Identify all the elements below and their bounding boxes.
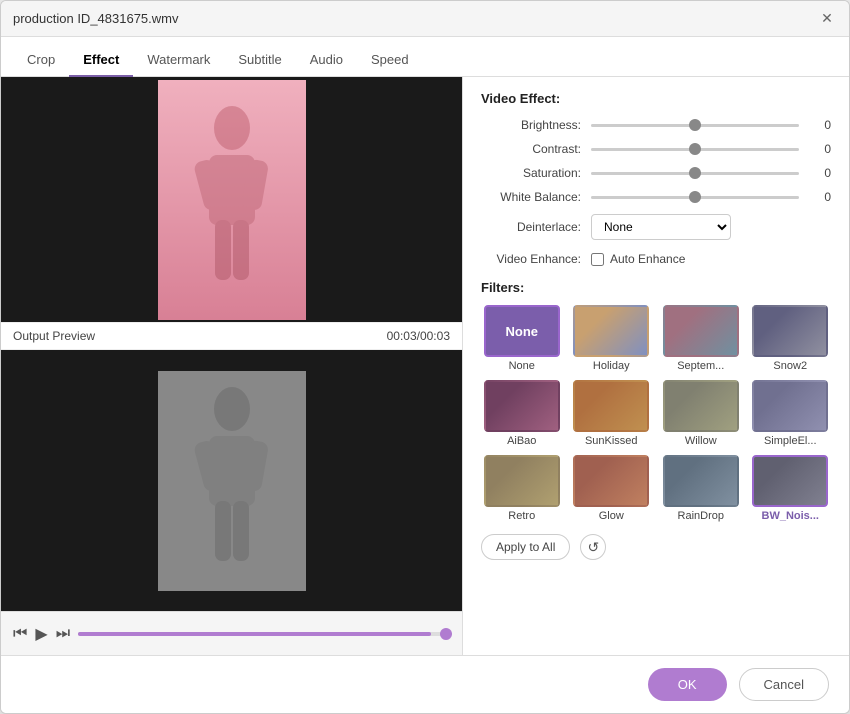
brightness-label: Brightness:: [481, 118, 591, 132]
filter-holiday[interactable]: Holiday: [571, 305, 653, 372]
auto-enhance-checkbox[interactable]: [591, 253, 604, 266]
filters-grid: None None Holiday Septem... Snow2: [481, 305, 831, 522]
tab-subtitle[interactable]: Subtitle: [224, 44, 295, 77]
saturation-label: Saturation:: [481, 166, 591, 180]
close-button[interactable]: ✕: [817, 9, 837, 29]
filter-aibao[interactable]: AiBao: [481, 380, 563, 447]
filter-thumb-willow: [663, 380, 739, 432]
saturation-slider[interactable]: [591, 172, 799, 175]
deinterlace-select[interactable]: None Blend Bob: [591, 214, 731, 240]
output-label-bar: Output Preview 00:03/00:03: [1, 322, 462, 350]
output-preview-frame: [158, 371, 306, 591]
filter-retro[interactable]: Retro: [481, 455, 563, 522]
filter-bwnoise[interactable]: BW_Nois...: [750, 455, 832, 522]
filter-label-none: None: [509, 360, 535, 372]
footer: OK Cancel: [1, 655, 849, 713]
enhance-label: Video Enhance:: [481, 252, 591, 266]
filter-label-snow2: Snow2: [773, 360, 807, 372]
tab-watermark[interactable]: Watermark: [133, 44, 224, 77]
title-bar: production ID_4831675.wmv ✕: [1, 1, 849, 37]
filter-thumb-holiday: [573, 305, 649, 357]
person-figure-bw: [187, 381, 277, 581]
time-display: 00:03/00:03: [387, 329, 450, 343]
filter-thumb-simpleel: [752, 380, 828, 432]
play-button[interactable]: ▶: [35, 624, 47, 644]
tab-bar: Crop Effect Watermark Subtitle Audio Spe…: [1, 37, 849, 77]
filter-sunkissed[interactable]: SunKissed: [571, 380, 653, 447]
step-back-button[interactable]: ⏮: [13, 625, 27, 643]
input-preview: [1, 77, 462, 322]
progress-fill: [78, 632, 431, 636]
cancel-button[interactable]: Cancel: [739, 668, 829, 701]
filter-raindrop[interactable]: RainDrop: [660, 455, 742, 522]
tab-effect[interactable]: Effect: [69, 44, 133, 77]
filter-label-holiday: Holiday: [593, 360, 630, 372]
contrast-slider[interactable]: [591, 148, 799, 151]
deinterlace-label: Deinterlace:: [481, 220, 591, 234]
playback-bar: ⏮ ▶ ⏭: [1, 611, 462, 655]
filter-label-aibao: AiBao: [507, 435, 536, 447]
brightness-value: 0: [807, 118, 831, 132]
auto-enhance-label[interactable]: Auto Enhance: [591, 252, 685, 266]
video-effect-title: Video Effect:: [481, 91, 831, 106]
filter-label-bwnoise: BW_Nois...: [762, 510, 819, 522]
step-forward-button[interactable]: ⏭: [56, 625, 70, 643]
window-title: production ID_4831675.wmv: [13, 11, 179, 26]
white-balance-label: White Balance:: [481, 190, 591, 204]
filter-thumb-sept: [663, 305, 739, 357]
person-figure-pink: [187, 100, 277, 300]
output-preview: [1, 350, 462, 611]
ok-button[interactable]: OK: [648, 668, 727, 701]
filter-thumb-snow2: [752, 305, 828, 357]
filter-none[interactable]: None None: [481, 305, 563, 372]
filter-snow2[interactable]: Snow2: [750, 305, 832, 372]
filter-thumb-glow: [573, 455, 649, 507]
filter-label-sunkissed: SunKissed: [585, 435, 638, 447]
filter-label-retro: Retro: [508, 510, 535, 522]
apply-to-all-button[interactable]: Apply to All: [481, 534, 570, 560]
filter-thumb-raindrop: [663, 455, 739, 507]
brightness-slider[interactable]: [591, 124, 799, 127]
progress-thumb: [440, 628, 452, 640]
right-panel: Video Effect: Brightness: 0 Contrast: 0 …: [463, 77, 849, 655]
filter-glow[interactable]: Glow: [571, 455, 653, 522]
output-label: Output Preview: [13, 329, 95, 343]
filter-thumb-bwnoise: [752, 455, 828, 507]
filter-thumb-none: None: [484, 305, 560, 357]
input-preview-frame: [158, 80, 306, 320]
filter-label-glow: Glow: [599, 510, 624, 522]
white-balance-slider[interactable]: [591, 196, 799, 199]
filter-simpleel[interactable]: SimpleEl...: [750, 380, 832, 447]
contrast-label: Contrast:: [481, 142, 591, 156]
reset-button[interactable]: ↺: [580, 534, 606, 560]
tab-audio[interactable]: Audio: [296, 44, 357, 77]
white-balance-value: 0: [807, 190, 831, 204]
contrast-row: Contrast: 0: [481, 142, 831, 156]
deinterlace-row: Deinterlace: None Blend Bob: [481, 214, 831, 240]
progress-track[interactable]: [78, 632, 450, 636]
filter-actions: Apply to All ↺: [481, 534, 831, 560]
filter-label-willow: Willow: [685, 435, 717, 447]
white-balance-row: White Balance: 0: [481, 190, 831, 204]
filter-thumb-sunkissed: [573, 380, 649, 432]
filter-thumb-aibao: [484, 380, 560, 432]
filter-label-sept: Septem...: [677, 360, 724, 372]
main-content: Output Preview 00:03/00:03: [1, 77, 849, 655]
saturation-value: 0: [807, 166, 831, 180]
filter-thumb-retro: [484, 455, 560, 507]
filter-label-raindrop: RainDrop: [678, 510, 724, 522]
brightness-row: Brightness: 0: [481, 118, 831, 132]
tab-speed[interactable]: Speed: [357, 44, 423, 77]
tab-crop[interactable]: Crop: [13, 44, 69, 77]
contrast-value: 0: [807, 142, 831, 156]
main-window: production ID_4831675.wmv ✕ Crop Effect …: [0, 0, 850, 714]
saturation-row: Saturation: 0: [481, 166, 831, 180]
filters-title: Filters:: [481, 280, 831, 295]
filter-september[interactable]: Septem...: [660, 305, 742, 372]
enhance-row: Video Enhance: Auto Enhance: [481, 252, 831, 266]
left-panel: Output Preview 00:03/00:03: [1, 77, 463, 655]
filter-label-simpleel: SimpleEl...: [764, 435, 817, 447]
filter-willow[interactable]: Willow: [660, 380, 742, 447]
